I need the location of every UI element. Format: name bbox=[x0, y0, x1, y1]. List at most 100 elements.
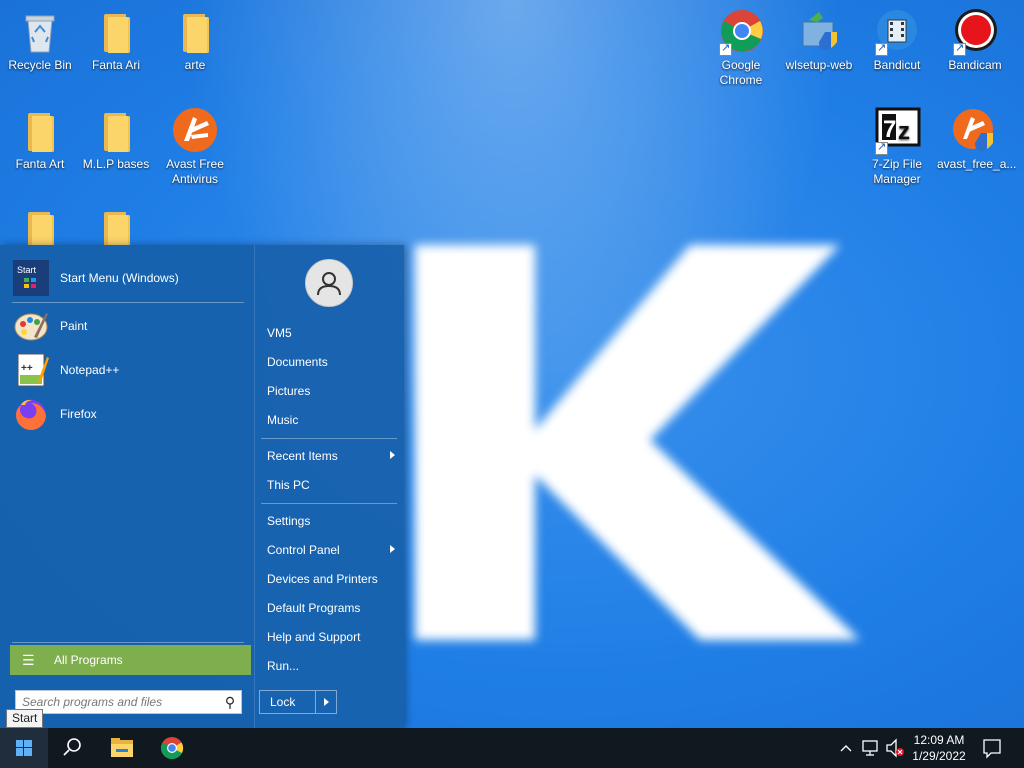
firefox-icon bbox=[12, 395, 50, 433]
separator bbox=[261, 438, 397, 439]
start-tooltip: Start bbox=[6, 709, 44, 728]
recycle-bin-icon bbox=[16, 8, 64, 56]
svg-text:7: 7 bbox=[883, 116, 896, 143]
menu-item-recent-items[interactable]: Recent Items bbox=[261, 443, 399, 469]
pinned-notepad-plus-plus[interactable]: ++ Notepad++ bbox=[12, 350, 248, 390]
menu-item-label: Default Programs bbox=[267, 601, 361, 615]
menu-item-default-programs[interactable]: Default Programs bbox=[261, 595, 399, 621]
clock-time: 12:09 AM bbox=[913, 733, 965, 747]
desktop-icon-avast-free-antivirus[interactable]: Avast Free Antivirus bbox=[157, 107, 233, 187]
pinned-firefox[interactable]: Firefox bbox=[12, 394, 248, 434]
desktop-icon-hidden-folder-2[interactable] bbox=[78, 206, 154, 245]
desktop-icon-bandicam[interactable]: Bandicam bbox=[937, 8, 1013, 73]
separator bbox=[12, 642, 244, 643]
menu-item-this-pc[interactable]: This PC bbox=[261, 472, 399, 498]
desktop-icon-recycle-bin[interactable]: Recycle Bin bbox=[2, 8, 78, 73]
menu-item-music[interactable]: Music bbox=[261, 407, 399, 433]
user-icon bbox=[317, 272, 341, 296]
list-icon: ☰ bbox=[22, 652, 35, 668]
7zip-icon: 7 z bbox=[873, 107, 921, 155]
desktop-icon-label: Bandicut bbox=[873, 58, 921, 72]
pinned-item-label: Notepad++ bbox=[60, 363, 120, 377]
taskbar-google-chrome[interactable] bbox=[148, 728, 196, 768]
all-programs-button[interactable]: ☰ All Programs bbox=[10, 645, 251, 675]
volume-muted-icon bbox=[886, 738, 904, 758]
pinned-paint[interactable]: Paint bbox=[12, 306, 248, 346]
desktop-icon-7zip-file-manager[interactable]: 7 z 7-Zip File Manager bbox=[859, 107, 935, 187]
desktop-icon-fanta-ari[interactable]: Fanta Ari bbox=[78, 8, 154, 73]
desktop-icon-hidden-folder-1[interactable] bbox=[2, 206, 78, 245]
separator bbox=[12, 302, 244, 303]
desktop-icon-avast-free-a-installer[interactable]: avast_free_a... bbox=[937, 107, 1016, 172]
action-center-button[interactable] bbox=[978, 728, 1006, 768]
search-input[interactable] bbox=[16, 692, 219, 712]
menu-item-pictures[interactable]: Pictures bbox=[261, 378, 399, 404]
search-icon[interactable]: ⚲ bbox=[219, 694, 241, 711]
avast-icon bbox=[171, 107, 219, 155]
desktop-icon-label: Fanta Art bbox=[15, 157, 65, 171]
show-hidden-icons-button[interactable] bbox=[836, 728, 856, 768]
bandicam-icon bbox=[951, 8, 999, 56]
taskbar-file-explorer[interactable] bbox=[98, 728, 146, 768]
start-menu-app-icon: Start bbox=[12, 259, 50, 297]
desktop-icon-arte[interactable]: arte bbox=[157, 8, 233, 73]
chrome-icon bbox=[161, 737, 184, 760]
svg-text:++: ++ bbox=[21, 363, 33, 374]
menu-item-settings[interactable]: Settings bbox=[261, 508, 399, 534]
menu-item-run[interactable]: Run... bbox=[261, 653, 399, 679]
pinned-item-label: Paint bbox=[60, 319, 88, 333]
chevron-right-icon bbox=[390, 545, 395, 553]
folder-icon bbox=[92, 8, 140, 56]
pinned-item-label: Firefox bbox=[60, 407, 97, 421]
menu-item-user-folder[interactable]: VM5 bbox=[261, 320, 399, 346]
menu-item-devices-and-printers[interactable]: Devices and Printers bbox=[261, 566, 399, 592]
desktop-icon-label: Bandicam bbox=[948, 58, 1002, 72]
desktop-icon-label: 7-Zip File Manager bbox=[871, 157, 922, 186]
folder-icon bbox=[171, 8, 219, 56]
folder-icon bbox=[16, 206, 64, 245]
chevron-up-icon bbox=[840, 745, 852, 752]
desktop-icon-wlsetup-web[interactable]: wlsetup-web bbox=[781, 8, 857, 73]
network-tray-icon[interactable] bbox=[860, 728, 882, 768]
folder-icon bbox=[92, 107, 140, 155]
paint-icon bbox=[12, 307, 50, 345]
search-icon bbox=[63, 738, 81, 756]
chrome-icon bbox=[717, 8, 765, 56]
menu-item-documents[interactable]: Documents bbox=[261, 349, 399, 375]
bandicut-icon bbox=[873, 8, 921, 56]
desktop-icon-label: Avast Free Antivirus bbox=[166, 157, 224, 186]
desktop-icon-label: wlsetup-web bbox=[785, 58, 853, 72]
user-avatar[interactable] bbox=[305, 259, 353, 307]
svg-text:z: z bbox=[898, 118, 910, 145]
taskbar-clock[interactable]: 12:09 AM 1/29/2022 bbox=[906, 732, 972, 764]
avast-installer-icon bbox=[951, 107, 999, 155]
notepad-plus-plus-icon: ++ bbox=[12, 351, 50, 389]
clock-date: 1/29/2022 bbox=[912, 749, 966, 763]
desktop-icon-fanta-art[interactable]: Fanta Art bbox=[2, 107, 78, 172]
windows-logo-icon bbox=[16, 740, 32, 756]
menu-item-label: Music bbox=[267, 413, 299, 427]
pinned-start-menu-windows[interactable]: Start Start Menu (Windows) bbox=[12, 258, 248, 298]
menu-item-label: This PC bbox=[267, 478, 310, 492]
start-button[interactable] bbox=[0, 728, 48, 768]
start-menu-programs-pane: Start Start Menu (Windows) Paint ++ Note… bbox=[0, 245, 254, 728]
search-box: ⚲ bbox=[15, 690, 242, 714]
desktop-icon-label: Recycle Bin bbox=[8, 58, 72, 72]
volume-tray-icon[interactable] bbox=[884, 728, 906, 768]
start-menu-places-pane: VM5 Documents Pictures Music Recent Item… bbox=[254, 245, 404, 728]
file-explorer-icon bbox=[111, 738, 133, 757]
taskbar: 12:09 AM 1/29/2022 bbox=[0, 728, 1024, 768]
menu-item-help-and-support[interactable]: Help and Support bbox=[261, 624, 399, 650]
desktop-icon-label: arte bbox=[184, 58, 206, 72]
menu-item-control-panel[interactable]: Control Panel bbox=[261, 537, 399, 563]
desktop-icon-mlp-bases[interactable]: M.L.P bases bbox=[78, 107, 154, 172]
taskbar-search-button[interactable] bbox=[48, 728, 96, 768]
installer-icon bbox=[795, 8, 843, 56]
lock-button[interactable]: Lock bbox=[260, 695, 315, 709]
lock-options-arrow[interactable] bbox=[315, 691, 336, 713]
start-menu: Start Start Menu (Windows) Paint ++ Note… bbox=[0, 245, 404, 728]
desktop-icon-bandicut[interactable]: Bandicut bbox=[859, 8, 935, 73]
start-menu-app-icon-text: Start bbox=[17, 265, 37, 275]
desktop-icon-google-chrome[interactable]: Google Chrome bbox=[703, 8, 779, 88]
network-icon bbox=[862, 740, 878, 756]
